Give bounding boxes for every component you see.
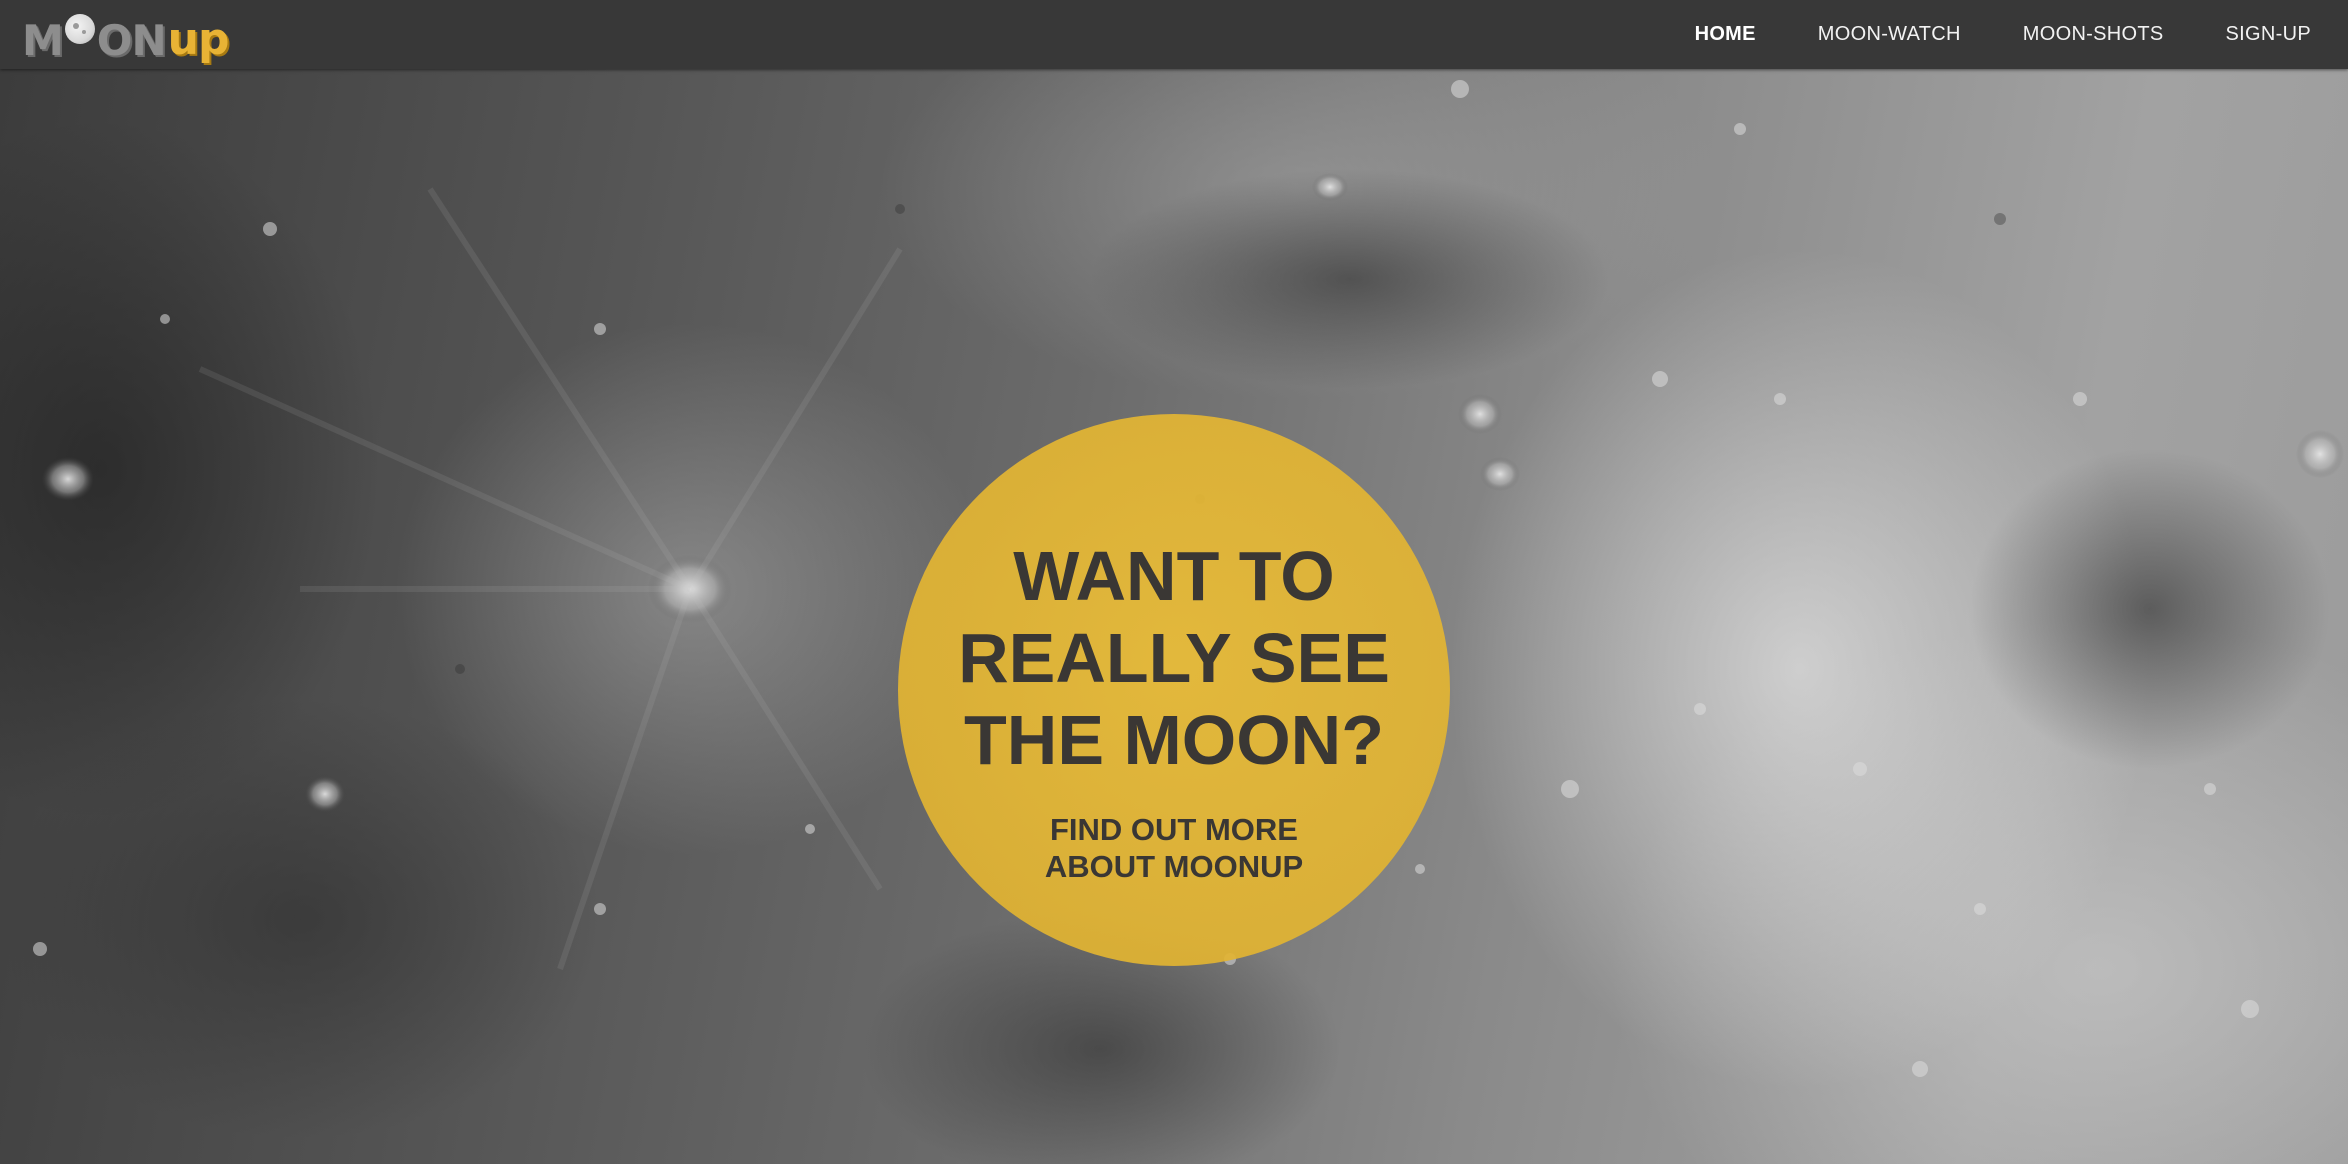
nav-link-sign-up[interactable]: SIGN-UP <box>2226 23 2311 46</box>
moonup-logo[interactable]: M ON up <box>22 6 232 62</box>
hero-section: WANT TO REALLY SEE THE MOON? FIND OUT MO… <box>0 69 2348 1164</box>
main-nav: HOME MOON-WATCH MOON-SHOTS SIGN-UP <box>1633 0 2311 69</box>
nav-link-home[interactable]: HOME <box>1695 23 1756 46</box>
logo-wordmark: M ON up <box>22 14 230 65</box>
hero-headline: WANT TO REALLY SEE THE MOON? <box>958 537 1390 779</box>
find-out-more-link[interactable]: FIND OUT MORE ABOUT MOONUP <box>994 811 1354 885</box>
nav-link-moon-shots[interactable]: MOON-SHOTS <box>2023 23 2164 46</box>
nav-link-moon-watch[interactable]: MOON-WATCH <box>1818 23 1961 46</box>
top-navbar: M ON up HOME MOON-WATCH MOON-SHOTS SIGN-… <box>0 0 2348 69</box>
cta-circle[interactable]: WANT TO REALLY SEE THE MOON? FIND OUT MO… <box>898 414 1450 966</box>
logo-letters-on: ON <box>96 16 167 65</box>
moon-icon <box>64 14 95 44</box>
logo-letter-m: M <box>22 16 64 65</box>
logo-up: up <box>167 14 230 65</box>
